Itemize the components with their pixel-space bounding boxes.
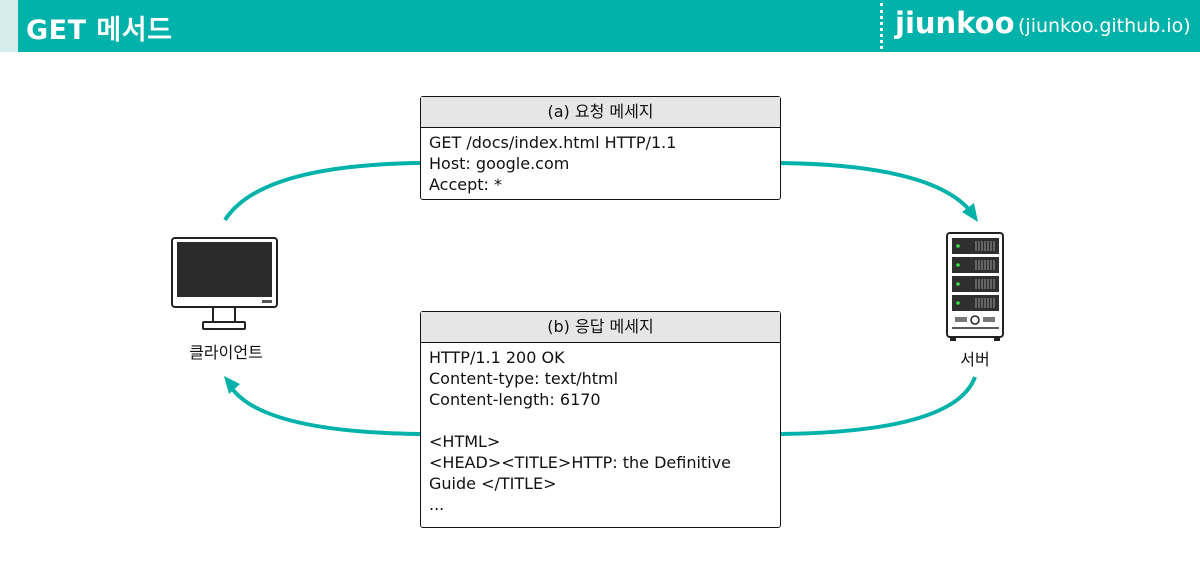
request-header-host: Host: google.com xyxy=(429,154,570,173)
response-body-line: ... xyxy=(429,495,445,514)
response-message-body: HTTP/1.1 200 OK Content-type: text/html … xyxy=(421,343,780,519)
response-body-line: <HEAD><TITLE>HTTP: the Definitive xyxy=(429,453,731,472)
server-label: 서버 xyxy=(960,350,990,369)
response-header-content-length: Content-length: 6170 xyxy=(429,390,601,409)
response-message-box: (b) 응답 메세지 HTTP/1.1 200 OK Content-type:… xyxy=(420,311,781,528)
client-label: 클라이언트 xyxy=(189,343,263,362)
request-line: GET /docs/index.html HTTP/1.1 xyxy=(429,133,677,152)
request-message-box: (a) 요청 메세지 GET /docs/index.html HTTP/1.1… xyxy=(420,96,781,200)
request-message-body: GET /docs/index.html HTTP/1.1 Host: goog… xyxy=(421,128,780,199)
response-status-line: HTTP/1.1 200 OK xyxy=(429,348,565,367)
response-message-title: (b) 응답 메세지 xyxy=(421,312,780,343)
response-body-line: <HTML> xyxy=(429,432,501,451)
request-message-title: (a) 요청 메세지 xyxy=(421,97,780,128)
request-arrow-right xyxy=(779,161,974,215)
response-body-line: Guide </TITLE> xyxy=(429,474,557,493)
response-blank-line xyxy=(429,410,772,431)
server-rack-icon xyxy=(946,232,1004,341)
response-header-content-type: Content-type: text/html xyxy=(429,369,619,388)
response-arrow-left xyxy=(229,385,421,436)
monitor-icon xyxy=(171,237,278,330)
request-arrow-left xyxy=(223,161,421,222)
response-arrow-right xyxy=(779,376,977,436)
request-header-accept: Accept: * xyxy=(429,175,503,194)
